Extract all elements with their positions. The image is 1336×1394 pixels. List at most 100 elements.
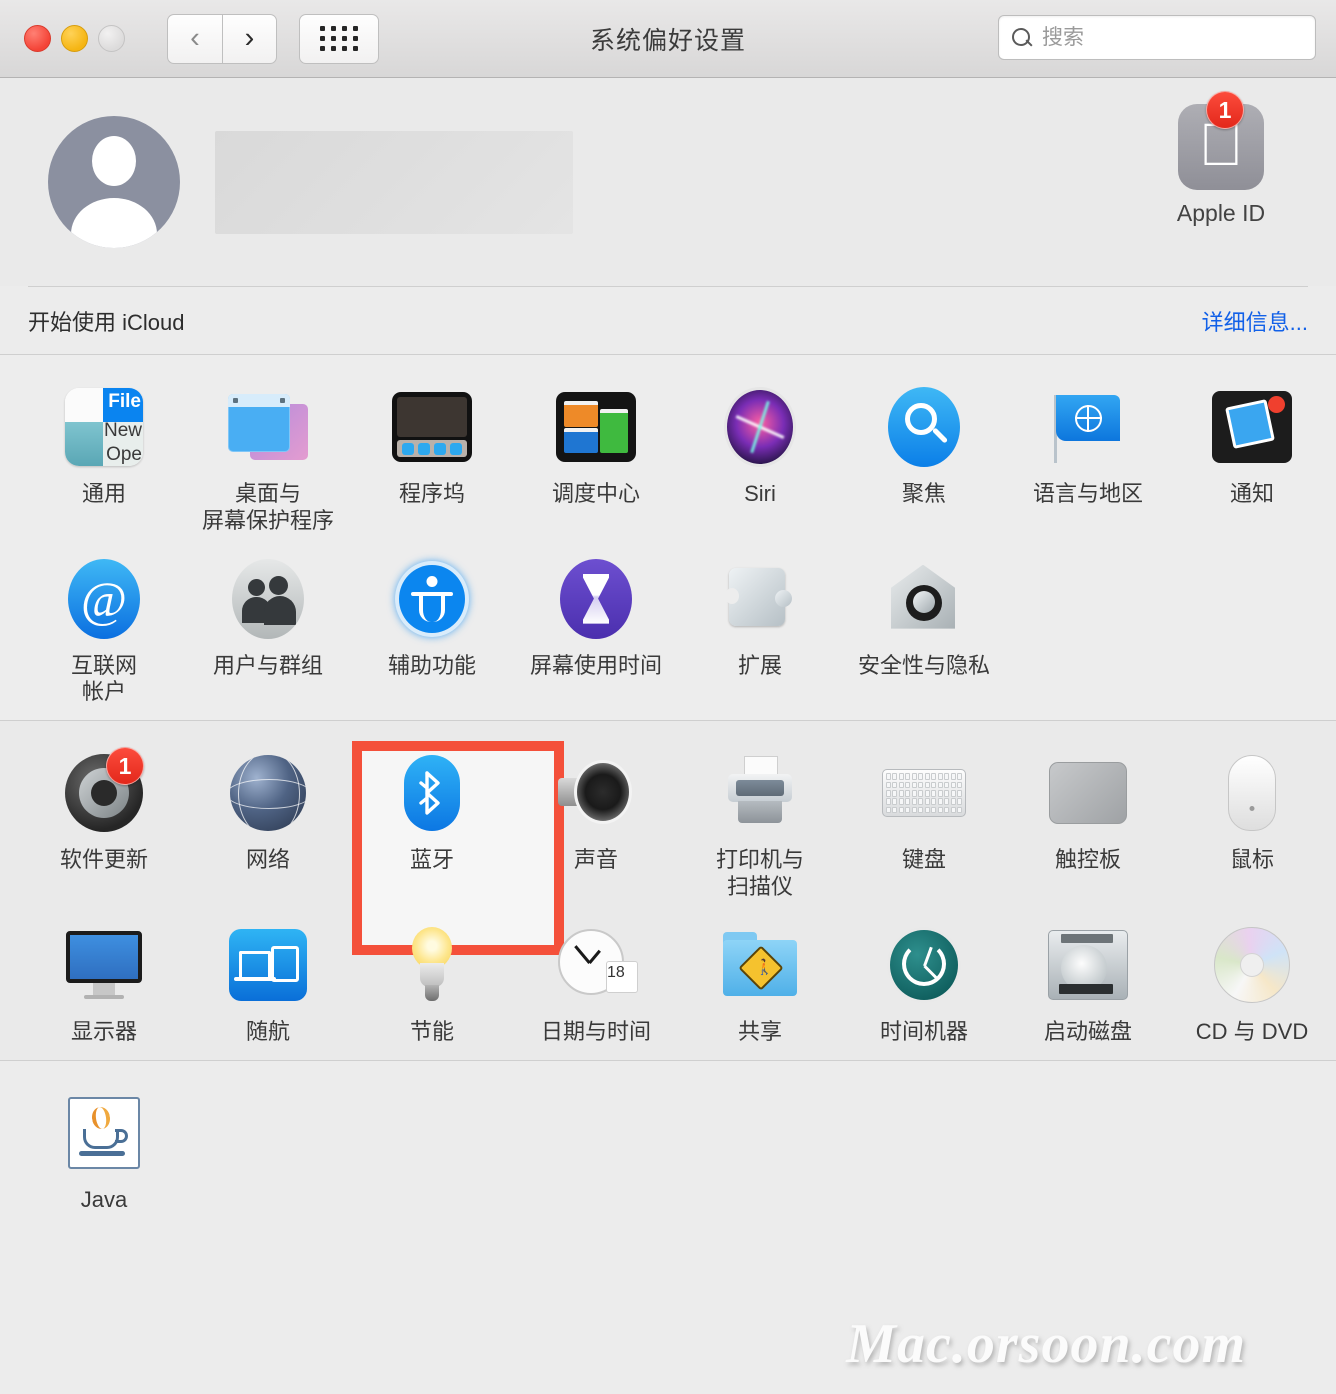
traffic-lights xyxy=(24,25,125,52)
pref-item-security-privacy[interactable]: 安全性与隐私 xyxy=(842,543,1006,715)
pref-label: 共享 xyxy=(737,1018,782,1044)
pref-item-accessibility[interactable]: 辅助功能 xyxy=(350,543,514,715)
pref-item-notifications[interactable]: 通知 xyxy=(1170,371,1334,543)
pref-item-spotlight[interactable]: 聚焦 xyxy=(842,371,1006,543)
zoom-button xyxy=(98,25,125,52)
java-icon xyxy=(62,1091,146,1175)
avatar-head xyxy=(92,136,136,186)
navigation-buttons: ‹ › xyxy=(167,13,277,64)
pref-item-siri[interactable]: Siri xyxy=(678,371,842,543)
pref-label: Java xyxy=(80,1186,128,1212)
pref-label: 语言与地区 xyxy=(1032,481,1143,506)
pref-label: CD 与 DVD xyxy=(1195,1018,1309,1044)
pref-item-cd-dvd[interactable]: CD 与 DVD xyxy=(1170,909,1334,1054)
pref-item-dock[interactable]: 程序坞 xyxy=(350,371,514,543)
show-all-button[interactable] xyxy=(299,13,379,64)
preferences-grid-personal: File New Ope 通用 桌面与 屏幕保护程序 程序坞 调度中心 Siri… xyxy=(0,371,1336,714)
date-time-icon: 18 xyxy=(554,923,638,1007)
trackpad-icon xyxy=(1046,751,1130,835)
pref-label: 桌面与 屏幕保护程序 xyxy=(201,481,334,533)
extensions-icon xyxy=(718,557,802,641)
back-button[interactable]: ‹ xyxy=(167,13,222,64)
pref-item-energy-saver[interactable]: 节能 xyxy=(350,909,514,1054)
pref-item-java[interactable]: Java xyxy=(22,1077,186,1222)
internet-accounts-icon: @ xyxy=(62,557,146,641)
startup-disk-icon xyxy=(1046,923,1130,1007)
pref-label: 通知 xyxy=(1229,481,1274,506)
pref-label: 节能 xyxy=(409,1018,454,1044)
apple-logo-icon:  1 xyxy=(1178,91,1264,190)
pref-item-printers-scanners[interactable]: 打印机与 扫描仪 xyxy=(678,737,842,909)
general-icon: File New Ope xyxy=(62,385,146,469)
spotlight-icon xyxy=(882,385,966,469)
pref-label: 屏幕使用时间 xyxy=(529,652,662,678)
pref-item-displays[interactable]: 显示器 xyxy=(22,909,186,1054)
energy-saver-icon xyxy=(390,923,474,1007)
pref-label: 键盘 xyxy=(901,847,946,873)
forward-button[interactable]: › xyxy=(222,13,277,64)
apple-id-item[interactable]:  1 Apple ID xyxy=(1146,91,1296,227)
pref-item-network[interactable]: 网络 xyxy=(186,737,350,909)
title-bar: ‹ › 系统偏好设置 xyxy=(0,0,1336,78)
screen-time-icon xyxy=(554,557,638,641)
pref-label: 通用 xyxy=(81,481,126,506)
pref-item-internet-accounts[interactable]: @ 互联网 帐户 xyxy=(22,543,186,715)
pref-item-time-machine[interactable]: 时间机器 xyxy=(842,909,1006,1054)
pref-item-software-update[interactable]: 1 软件更新 xyxy=(22,737,186,909)
pref-item-mission-control[interactable]: 调度中心 xyxy=(514,371,678,543)
preferences-grid-hardware: 1 软件更新 网络 蓝牙 声音 打印机与 扫描仪 键盘 触控板 鼠标 显示器 随… xyxy=(0,737,1336,1053)
pref-item-mouse[interactable]: 鼠标 xyxy=(1170,737,1334,909)
pref-label: 网络 xyxy=(245,847,290,873)
pref-item-screen-time[interactable]: 屏幕使用时间 xyxy=(514,543,678,715)
printers-scanners-icon xyxy=(718,751,802,835)
avatar-body xyxy=(71,198,157,248)
language-region-icon xyxy=(1046,385,1130,469)
icloud-details-link[interactable]: 详细信息... xyxy=(1202,305,1308,337)
siri-icon xyxy=(718,385,802,469)
users-groups-icon xyxy=(226,557,310,641)
pref-item-general[interactable]: File New Ope 通用 xyxy=(22,371,186,543)
icloud-label: 开始使用 iCloud xyxy=(28,309,185,335)
avatar[interactable] xyxy=(48,116,180,248)
search-icon xyxy=(1011,27,1033,49)
pref-item-extensions[interactable]: 扩展 xyxy=(678,543,842,715)
cd-dvd-icon xyxy=(1210,923,1294,1007)
account-name-redacted xyxy=(215,130,573,234)
accessibility-icon xyxy=(390,557,474,641)
pref-label: 蓝牙 xyxy=(409,847,454,873)
grid-icon xyxy=(319,26,359,51)
chevron-left-icon: ‹ xyxy=(190,22,200,54)
pref-label: 日期与时间 xyxy=(540,1018,651,1044)
apple-id-badge: 1 xyxy=(1206,91,1244,129)
pref-item-sharing[interactable]: 🚶 共享 xyxy=(678,909,842,1054)
pref-item-date-time[interactable]: 18 日期与时间 xyxy=(514,909,678,1054)
pref-item-sound[interactable]: 声音 xyxy=(514,737,678,909)
dock-icon xyxy=(390,385,474,469)
pref-item-bluetooth[interactable]: 蓝牙 xyxy=(350,737,564,955)
sidecar-icon xyxy=(226,923,310,1007)
software-update-icon: 1 xyxy=(62,747,146,835)
pref-label: 声音 xyxy=(573,847,618,873)
pref-item-trackpad[interactable]: 触控板 xyxy=(1006,737,1170,909)
watermark: Mac.orsoon.com xyxy=(846,1313,1246,1375)
pref-label: 程序坞 xyxy=(398,481,465,506)
bluetooth-icon xyxy=(390,751,474,835)
pref-item-sidecar[interactable]: 随航 xyxy=(186,909,350,1054)
pref-item-keyboard[interactable]: 键盘 xyxy=(842,737,1006,909)
desktop-screensaver-icon xyxy=(226,385,310,469)
calendar-day: 18 xyxy=(607,963,625,981)
pref-item-startup-disk[interactable]: 启动磁盘 xyxy=(1006,909,1170,1054)
pref-item-desktop-screensaver[interactable]: 桌面与 屏幕保护程序 xyxy=(186,371,350,543)
apple-id-label: Apple ID xyxy=(1176,200,1266,226)
keyboard-icon xyxy=(882,751,966,835)
displays-icon xyxy=(62,923,146,1007)
pref-label: Siri xyxy=(744,481,776,506)
pref-item-language-region[interactable]: 语言与地区 xyxy=(1006,371,1170,543)
close-button[interactable] xyxy=(24,25,51,52)
search-box[interactable] xyxy=(998,15,1316,60)
pref-label: 调度中心 xyxy=(551,481,640,506)
minimize-button[interactable] xyxy=(61,25,88,52)
sharing-icon: 🚶 xyxy=(718,923,802,1007)
search-input[interactable] xyxy=(1042,25,1303,50)
pref-item-users-groups[interactable]: 用户与群组 xyxy=(186,543,350,715)
